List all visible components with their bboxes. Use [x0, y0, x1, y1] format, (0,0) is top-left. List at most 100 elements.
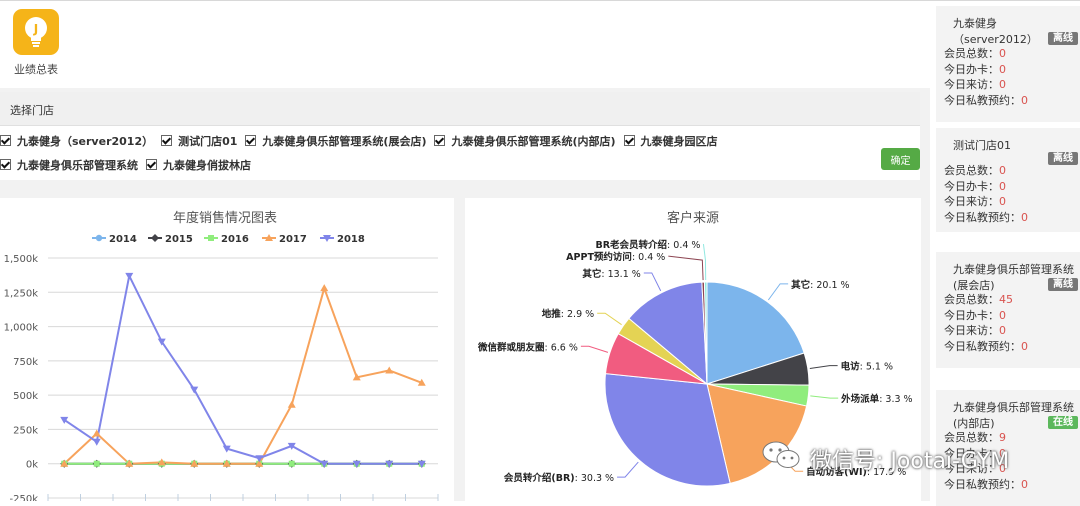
stat-value: 45	[999, 293, 1013, 306]
status-badge: 在线	[1048, 416, 1078, 429]
pie-label: 外场派单: 3.3 %	[840, 393, 912, 405]
stat-label: 今日私教预约：	[944, 210, 1021, 224]
stat-value: 0	[999, 324, 1006, 337]
store-checkbox-item[interactable]: 九泰健身俏拔林店	[146, 154, 251, 178]
stat-label: 今日私教预约：	[944, 93, 1021, 107]
store-checkbox[interactable]	[0, 135, 11, 146]
store-card-stat: 今日来访：0	[944, 77, 1006, 92]
data-point-2016[interactable]	[93, 460, 100, 467]
y-tick-label: -250k	[10, 494, 39, 501]
y-tick-label: 500k	[13, 391, 38, 402]
store-checkbox-item[interactable]: 九泰健身园区店	[623, 130, 718, 154]
store-checkbox-label: 九泰健身俱乐部管理系统(内部店)	[451, 135, 616, 148]
store-checkbox[interactable]	[245, 135, 257, 146]
legend-marker[interactable]	[151, 234, 159, 242]
pie-connector	[668, 255, 704, 281]
data-point-2017[interactable]	[320, 284, 329, 292]
store-checkbox[interactable]	[434, 135, 446, 146]
stat-label: 会员总数：	[944, 47, 999, 60]
stat-label: 今日办卡：	[944, 62, 999, 76]
legend-label: 2017	[279, 234, 307, 245]
legend-item-2016[interactable]: 2016	[204, 234, 249, 245]
store-checkbox[interactable]	[623, 135, 635, 146]
stat-label: 会员总数：	[944, 293, 999, 306]
stat-label: 今日私教预约：	[944, 477, 1021, 491]
data-point-2017[interactable]	[385, 366, 394, 374]
pie-connector	[643, 272, 662, 292]
store-card-stat: 今日来访：0	[944, 323, 1006, 338]
legend-item-2015[interactable]: 2015	[148, 234, 193, 245]
store-checkbox-label: 九泰健身俱乐部管理系统	[17, 159, 138, 172]
y-tick-label: 750k	[13, 357, 38, 368]
store-card-stat: 今日私教预约：0	[944, 339, 1028, 354]
pie-label-value: 3.3 %	[885, 394, 912, 405]
legend-label: 2015	[165, 234, 193, 245]
pie-connector	[617, 461, 639, 478]
pie-connector	[767, 283, 789, 301]
legend-marker[interactable]	[208, 235, 214, 241]
data-point-2016[interactable]	[288, 460, 295, 467]
data-point-2017[interactable]	[287, 400, 296, 408]
app-icon-letter: J	[33, 22, 38, 36]
legend-item-2018[interactable]: 2018	[320, 234, 365, 245]
pie-label: 其它: 13.1 %	[582, 268, 640, 280]
pie-label-name: 其它	[582, 268, 601, 280]
pie-label-name: 外场派单	[840, 393, 880, 405]
pie-label-name: 其它	[791, 279, 810, 291]
store-checkbox-label: 测试门店01	[178, 135, 238, 148]
stat-value: 0	[1021, 339, 1028, 353]
line-chart-title: 年度销售情况图表	[173, 210, 277, 226]
y-tick-label: 0k	[26, 460, 38, 471]
series-line-2018[interactable]	[63, 272, 422, 465]
stat-value: 0	[999, 195, 1006, 208]
store-checkbox[interactable]	[161, 135, 173, 146]
store-checkbox-label: 九泰健身（server2012）	[17, 135, 154, 148]
annual-sales-chart: 年度销售情况图表 2014 2015 2016 2017 2018 -250k 0k 250k 5…	[0, 198, 454, 501]
stat-label: 今日私教预约：	[944, 339, 1021, 353]
data-point-2018[interactable]	[125, 272, 134, 280]
confirm-button[interactable]: 确定	[881, 148, 920, 170]
header: J 业绩总表	[0, 2, 930, 88]
stat-value: 0	[999, 308, 1006, 322]
store-checkbox-item[interactable]: 九泰健身俱乐部管理系统(展会店)	[245, 130, 426, 154]
stat-value: 0	[999, 164, 1006, 177]
status-badge: 离线	[1048, 32, 1078, 45]
store-checkbox[interactable]	[0, 159, 11, 170]
stat-value: 0	[999, 47, 1006, 60]
pie-label-value: 5.1 %	[866, 362, 893, 373]
store-checkbox-label: 九泰健身俏拔林店	[163, 159, 251, 172]
store-select-title: 选择门店	[10, 104, 54, 117]
pie-connector	[580, 345, 609, 353]
store-card-stat: 今日私教预约：0	[944, 93, 1028, 108]
store-card-stat: 会员总数：45	[944, 292, 1013, 307]
app-label[interactable]: 业绩总表	[8, 61, 64, 77]
store-checkbox-item[interactable]: 九泰健身俱乐部管理系统(内部店)	[434, 130, 616, 154]
legend-item-2014[interactable]: 2014	[92, 234, 137, 245]
pie-label: APPT预约访问: 0.4 %	[566, 251, 665, 263]
pie-label-name: APPT预约访问	[566, 251, 632, 263]
legend-marker[interactable]	[95, 234, 103, 242]
store-checkbox-list: 九泰健身（server2012） 测试门店01 九泰健身俱乐部管理系统(展会店) 九泰…	[0, 130, 860, 178]
store-checkbox-item[interactable]: 九泰健身（server2012）	[0, 130, 153, 154]
legend-label: 2016	[221, 234, 249, 245]
store-select-header: 选择门店	[0, 92, 920, 126]
legend-label: 2018	[337, 234, 365, 245]
stat-label: 会员总数：	[944, 164, 999, 177]
series-line-2017[interactable]	[63, 284, 423, 465]
pie-label-name: 会员转介绍(BR)	[504, 472, 575, 484]
pie-connector	[810, 395, 839, 399]
pie-label-value: 6.6 %	[551, 342, 578, 353]
data-point-2018[interactable]	[190, 386, 199, 394]
store-checkbox-item[interactable]: 九泰健身俱乐部管理系统	[0, 154, 138, 178]
pie-label-value: 2.9 %	[567, 309, 594, 320]
legend-item-2017[interactable]: 2017	[262, 234, 307, 245]
data-point-2018[interactable]	[92, 438, 101, 446]
stat-label: 今日来访：	[944, 78, 999, 91]
stat-value: 0	[1021, 477, 1028, 491]
bulb-icon[interactable]: J	[13, 9, 59, 55]
store-checkbox-item[interactable]: 测试门店01	[161, 130, 237, 154]
store-checkbox[interactable]	[146, 159, 157, 170]
store-status-card: 测试门店01 离线 会员总数：0 今日办卡：0 今日来访：0 今日私教预约：0	[936, 128, 1080, 232]
stat-label: 今日来访：	[944, 195, 999, 208]
stat-value: 0	[999, 62, 1006, 76]
